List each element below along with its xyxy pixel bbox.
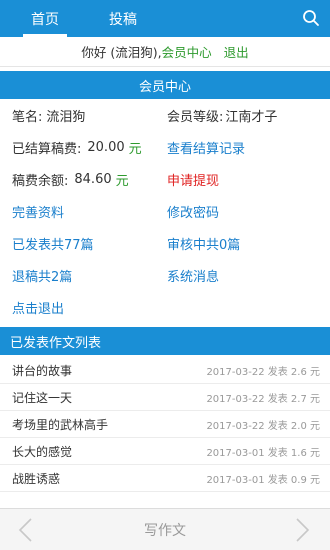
- article-meta: 2017-03-22 发表 2.7 元: [206, 393, 320, 405]
- click-logout-cell: 点击退出: [0, 291, 330, 323]
- tab-home[interactable]: 首页: [10, 0, 80, 37]
- top-nav-bar: 首页 投稿: [0, 0, 330, 37]
- article-meta: 2017-03-01 发表 0.9 元: [206, 474, 320, 486]
- article-list: 讲台的故事 2017-03-22 发表 2.6 元 记住这一天 2017-03-…: [0, 357, 330, 492]
- complete-profile-cell: 完善资料: [0, 195, 155, 227]
- balance-amount: 84.60: [74, 171, 112, 187]
- article-title[interactable]: 记住这一天: [12, 389, 72, 406]
- chevron-right-icon[interactable]: [292, 517, 312, 543]
- member-level-value: 江南才子: [225, 109, 278, 125]
- pen-name-label: 笔名:: [12, 109, 43, 125]
- member-level-cell: 会员等级: 江南才子: [155, 99, 330, 131]
- published-count-cell: 已发表共77篇: [0, 227, 155, 259]
- withdraw-link[interactable]: 申请提现: [167, 170, 219, 189]
- change-password-link[interactable]: 修改密码: [167, 202, 219, 221]
- chevron-left-icon[interactable]: [16, 517, 36, 543]
- balance-unit: 元: [115, 173, 129, 189]
- tab-submit[interactable]: 投稿: [83, 0, 163, 37]
- list-item[interactable]: 考场里的武林高手 2017-03-22 发表 2.0 元: [0, 411, 330, 438]
- settled-fee-cell: 已结算稿费: 20.00 元: [0, 131, 155, 163]
- published-count-link[interactable]: 已发表共77篇: [12, 234, 94, 253]
- change-password-cell: 修改密码: [155, 195, 330, 227]
- article-title[interactable]: 考场里的武林高手: [12, 416, 108, 433]
- balance-cell: 稿费余额: 84.60 元: [0, 163, 155, 195]
- article-meta: 2017-03-01 发表 1.6 元: [206, 447, 320, 459]
- greeting-text: 你好 (流泪狗),: [81, 45, 162, 60]
- complete-profile-link[interactable]: 完善资料: [12, 202, 64, 221]
- list-item[interactable]: 记住这一天 2017-03-22 发表 2.7 元: [0, 384, 330, 411]
- settled-fee-unit: 元: [128, 141, 142, 157]
- reviewing-count-link[interactable]: 审核中共0篇: [167, 234, 240, 253]
- member-center-header: 会员中心: [0, 71, 330, 99]
- reviewing-count-cell: 审核中共0篇: [155, 227, 330, 259]
- returned-count-link[interactable]: 退稿共2篇: [12, 266, 72, 285]
- pen-name-cell: 笔名: 流泪狗: [0, 99, 155, 131]
- article-title[interactable]: 讲台的故事: [12, 362, 72, 379]
- returned-count-cell: 退稿共2篇: [0, 259, 155, 291]
- list-item[interactable]: 长大的感觉 2017-03-01 发表 1.6 元: [0, 438, 330, 465]
- balance-label: 稿费余额:: [12, 173, 69, 189]
- article-title[interactable]: 长大的感觉: [12, 443, 72, 460]
- settled-fee-label: 已结算稿费:: [12, 141, 82, 157]
- member-info-grid: 笔名: 流泪狗 会员等级: 江南才子 已结算稿费: 20.00 元 查看结算记录…: [0, 99, 330, 323]
- list-item[interactable]: 战胜诱惑 2017-03-01 发表 0.9 元: [0, 465, 330, 492]
- article-meta: 2017-03-22 发表 2.0 元: [206, 420, 320, 432]
- logout-link[interactable]: 退出: [224, 42, 249, 61]
- withdraw-cell: 申请提现: [155, 163, 330, 195]
- search-icon[interactable]: [302, 9, 320, 27]
- view-settlement-link[interactable]: 查看结算记录: [167, 138, 245, 157]
- settled-fee-amount: 20.00: [87, 139, 125, 155]
- view-settlement-cell: 查看结算记录: [155, 131, 330, 163]
- click-logout-link[interactable]: 点击退出: [12, 298, 64, 317]
- system-message-link[interactable]: 系统消息: [167, 266, 219, 285]
- published-list-header: 已发表作文列表: [0, 327, 330, 355]
- article-meta: 2017-03-22 发表 2.6 元: [206, 366, 320, 378]
- pen-name-value: 流泪狗: [46, 109, 86, 125]
- welcome-bar: 你好 (流泪狗), 会员中心 退出: [0, 37, 330, 67]
- write-essay-button[interactable]: 写作文: [144, 520, 186, 540]
- member-center-link[interactable]: 会员中心: [162, 42, 212, 61]
- member-level-label: 会员等级:: [167, 109, 224, 125]
- list-item[interactable]: 讲台的故事 2017-03-22 发表 2.6 元: [0, 357, 330, 384]
- article-title[interactable]: 战胜诱惑: [12, 470, 60, 487]
- system-message-cell: 系统消息: [155, 259, 330, 291]
- bottom-toolbar: 写作文: [0, 508, 330, 550]
